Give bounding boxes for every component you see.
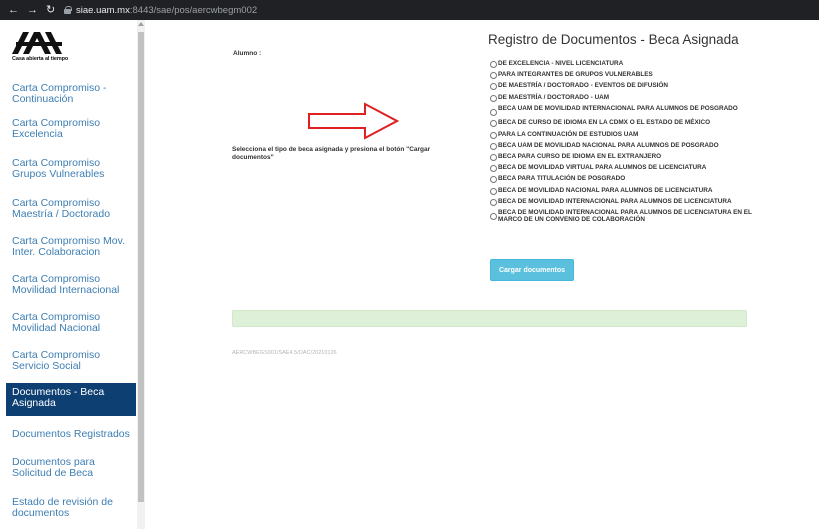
option-label: BECA DE MOVILIDAD VIRTUAL PARA ALUMNOS D… — [498, 164, 707, 172]
radio-button[interactable] — [490, 109, 497, 117]
radio-button[interactable] — [490, 154, 497, 161]
scholarship-option[interactable]: BECA DE MOVILIDAD NACIONAL PARA ALUMNOS … — [490, 187, 760, 195]
sidebar: Casa abierta al tiempo Carta Compromiso … — [0, 20, 137, 529]
option-label: BECA DE CURSO DE IDIOMA EN LA CDMX O EL … — [498, 119, 711, 127]
radio-button[interactable] — [490, 198, 497, 206]
radio-button[interactable] — [490, 94, 497, 102]
scholarship-option[interactable]: PARA LA CONTINUACIÓN DE ESTUDIOS UAM — [490, 131, 760, 139]
sidebar-item-3[interactable]: Carta Compromiso Grupos Vulnerables — [0, 158, 137, 180]
sidebar-item-12[interactable]: Estado de revisión de documentos — [0, 497, 137, 519]
logo-tagline: Casa abierta al tiempo — [12, 56, 69, 62]
uam-logo-icon — [12, 32, 62, 54]
sidebar-item-2[interactable]: Carta Compromiso Excelencia — [0, 118, 137, 140]
radio-button[interactable] — [490, 187, 497, 195]
sidebar-item-8[interactable]: Carta Compromiso Servicio Social — [0, 350, 137, 372]
radio-button[interactable] — [490, 142, 497, 150]
scholarship-option[interactable]: DE MAESTRÍA / DOCTORADO - EVENTOS DE DIF… — [490, 82, 760, 91]
scrollbar-thumb[interactable] — [138, 32, 144, 502]
footer-code: AERCWBEGS001/SAE4.5/OAC/20210126 — [232, 350, 337, 356]
radio-button[interactable] — [490, 213, 497, 221]
radio-button[interactable] — [490, 165, 497, 173]
alumno-label: Alumno : — [233, 50, 262, 57]
uam-logo: Casa abierta al tiempo — [12, 32, 72, 66]
option-label: BECA DE MOVILIDAD NACIONAL PARA ALUMNOS … — [498, 186, 713, 194]
url-path: :8443/sae/pos/aercwbegm002 — [129, 4, 258, 16]
option-label: BECA UAM DE MOVILIDAD NACIONAL PARA ALUM… — [498, 141, 719, 149]
radio-button[interactable] — [490, 131, 497, 139]
scholarship-option[interactable]: BECA DE MOVILIDAD INTERNACIONAL PARA ALU… — [490, 209, 760, 223]
message-bar — [232, 310, 747, 327]
address-bar[interactable]: siae.uam.mx:8443/sae/pos/aercwbegm002 — [64, 5, 257, 16]
radio-button[interactable] — [490, 61, 497, 68]
option-label: BECA DE MOVILIDAD INTERNACIONAL PARA ALU… — [498, 208, 752, 224]
option-label: BECA PARA CURSO DE IDIOMA EN EL EXTRANJE… — [498, 153, 662, 160]
scholarship-option[interactable]: BECA DE MOVILIDAD INTERNACIONAL PARA ALU… — [490, 198, 760, 206]
sidebar-scrollbar[interactable] — [137, 20, 145, 529]
browser-nav: ← → ↻ — [0, 4, 60, 16]
sidebar-item-6[interactable]: Carta Compromiso Movilidad Internacional — [0, 274, 137, 296]
scholarship-option[interactable]: BECA DE MOVILIDAD VIRTUAL PARA ALUMNOS D… — [490, 164, 760, 173]
scholarship-option[interactable]: DE MAESTRÍA / DOCTORADO - UAM — [490, 94, 760, 102]
red-arrow-annotation — [307, 102, 400, 145]
main-content: Registro de Documentos - Beca Asignada A… — [145, 20, 819, 529]
instruction-text: Selecciona el tipo de beca asignada y pr… — [232, 146, 431, 161]
sidebar-item-9[interactable]: Documentos - Beca Asignada — [6, 383, 136, 416]
option-label: PARA INTEGRANTES DE GRUPOS VULNERABLES — [498, 71, 653, 79]
scholarship-option[interactable]: BECA UAM DE MOVILIDAD NACIONAL PARA ALUM… — [490, 142, 760, 150]
sidebar-item-1[interactable]: Carta Compromiso - Continuación — [0, 83, 137, 105]
lock-icon — [64, 6, 72, 14]
arrow-right-icon — [308, 102, 400, 140]
option-label: DE MAESTRÍA / DOCTORADO - UAM — [498, 93, 610, 101]
reload-icon[interactable]: ↻ — [46, 4, 55, 16]
scroll-up-icon[interactable] — [138, 22, 144, 26]
sidebar-item-4[interactable]: Carta Compromiso Maestría / Doctorado — [0, 198, 137, 220]
option-label: DE EXCELENCIA - NIVEL LICENCIATURA — [498, 60, 624, 67]
radio-button[interactable] — [490, 72, 497, 80]
radio-button[interactable] — [490, 83, 497, 91]
sidebar-item-11[interactable]: Documentos para Solicitud de Beca — [0, 457, 137, 479]
browser-toolbar: ← → ↻ siae.uam.mx:8443/sae/pos/aercwbegm… — [0, 0, 819, 20]
radio-button[interactable] — [490, 120, 497, 128]
scholarship-options: DE EXCELENCIA - NIVEL LICENCIATURA PARA I… — [490, 60, 760, 227]
scholarship-option[interactable]: BECA UAM DE MOVILIDAD INTERNACIONAL PARA… — [490, 105, 760, 117]
scholarship-option[interactable]: BECA DE CURSO DE IDIOMA EN LA CDMX O EL … — [490, 119, 760, 128]
radio-button[interactable] — [490, 176, 497, 184]
scholarship-option[interactable]: BECA PARA CURSO DE IDIOMA EN EL EXTRANJE… — [490, 153, 760, 161]
sidebar-item-10[interactable]: Documentos Registrados — [0, 429, 137, 440]
scholarship-option[interactable]: BECA PARA TITULACIÓN DE POSGRADO — [490, 175, 760, 184]
cargar-documentos-button[interactable]: Cargar documentos — [490, 259, 574, 281]
scholarship-option[interactable]: DE EXCELENCIA - NIVEL LICENCIATURA — [490, 60, 760, 68]
page-title: Registro de Documentos - Beca Asignada — [488, 32, 739, 47]
option-label: BECA UAM DE MOVILIDAD INTERNACIONAL PARA… — [498, 104, 738, 112]
forward-icon[interactable]: → — [27, 4, 38, 16]
sidebar-item-5[interactable]: Carta Compromiso Mov. Inter. Colaboracio… — [0, 236, 137, 258]
option-label: BECA DE MOVILIDAD INTERNACIONAL PARA ALU… — [498, 197, 732, 205]
option-label: BECA PARA TITULACIÓN DE POSGRADO — [498, 175, 626, 183]
sidebar-item-7[interactable]: Carta Compromiso Movilidad Nacional — [0, 312, 137, 334]
option-label: PARA LA CONTINUACIÓN DE ESTUDIOS UAM — [498, 130, 639, 138]
url-host: siae.uam.mx — [76, 4, 130, 16]
option-label: DE MAESTRÍA / DOCTORADO - EVENTOS DE DIF… — [498, 82, 668, 90]
scholarship-option[interactable]: PARA INTEGRANTES DE GRUPOS VULNERABLES — [490, 71, 760, 80]
back-icon[interactable]: ← — [8, 4, 19, 16]
